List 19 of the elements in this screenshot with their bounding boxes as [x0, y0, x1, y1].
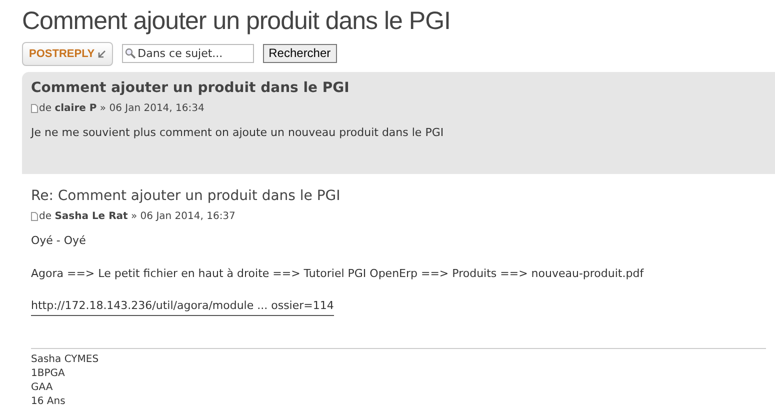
post-title: Re: Comment ajouter un produit dans le PGI [31, 187, 342, 206]
search-button[interactable]: Rechercher [262, 44, 337, 64]
post-link[interactable]: http://172.18.143.236/util/agora/module ... ossier=114 [31, 299, 334, 316]
search-field[interactable]: Dans ce sujet... [122, 44, 254, 64]
document-icon [31, 104, 38, 113]
signature-line: 1BPGA [31, 366, 66, 380]
arrow-icon [98, 50, 106, 58]
post-byline: de Sasha Le Rat » 06 Jan 2014, 16:37 [39, 210, 236, 224]
post-text: Je ne me souvient plus comment on ajoute un nouveau produit dans le PGI [31, 125, 445, 141]
signature-line: 16 Ans [31, 394, 66, 408]
post-byline: de claire P » 06 Jan 2014, 16:34 [39, 102, 204, 116]
signature-line: Sasha CYMES [31, 352, 100, 366]
post-title: Comment ajouter un produit dans le PGI [31, 79, 350, 98]
page-title: Comment ajouter un produit dans le PGI [22, 8, 452, 36]
search-icon [124, 48, 136, 60]
post-text: Agora ==> Le petit fichier en haut à droite ==> Tutoriel PGI OpenErp ==> Produits ==> nouveau-produit.pdf [31, 266, 645, 282]
document-icon [31, 212, 38, 221]
post-text: Oyé - Oyé [31, 233, 87, 249]
signature-line: GAA [31, 380, 54, 394]
